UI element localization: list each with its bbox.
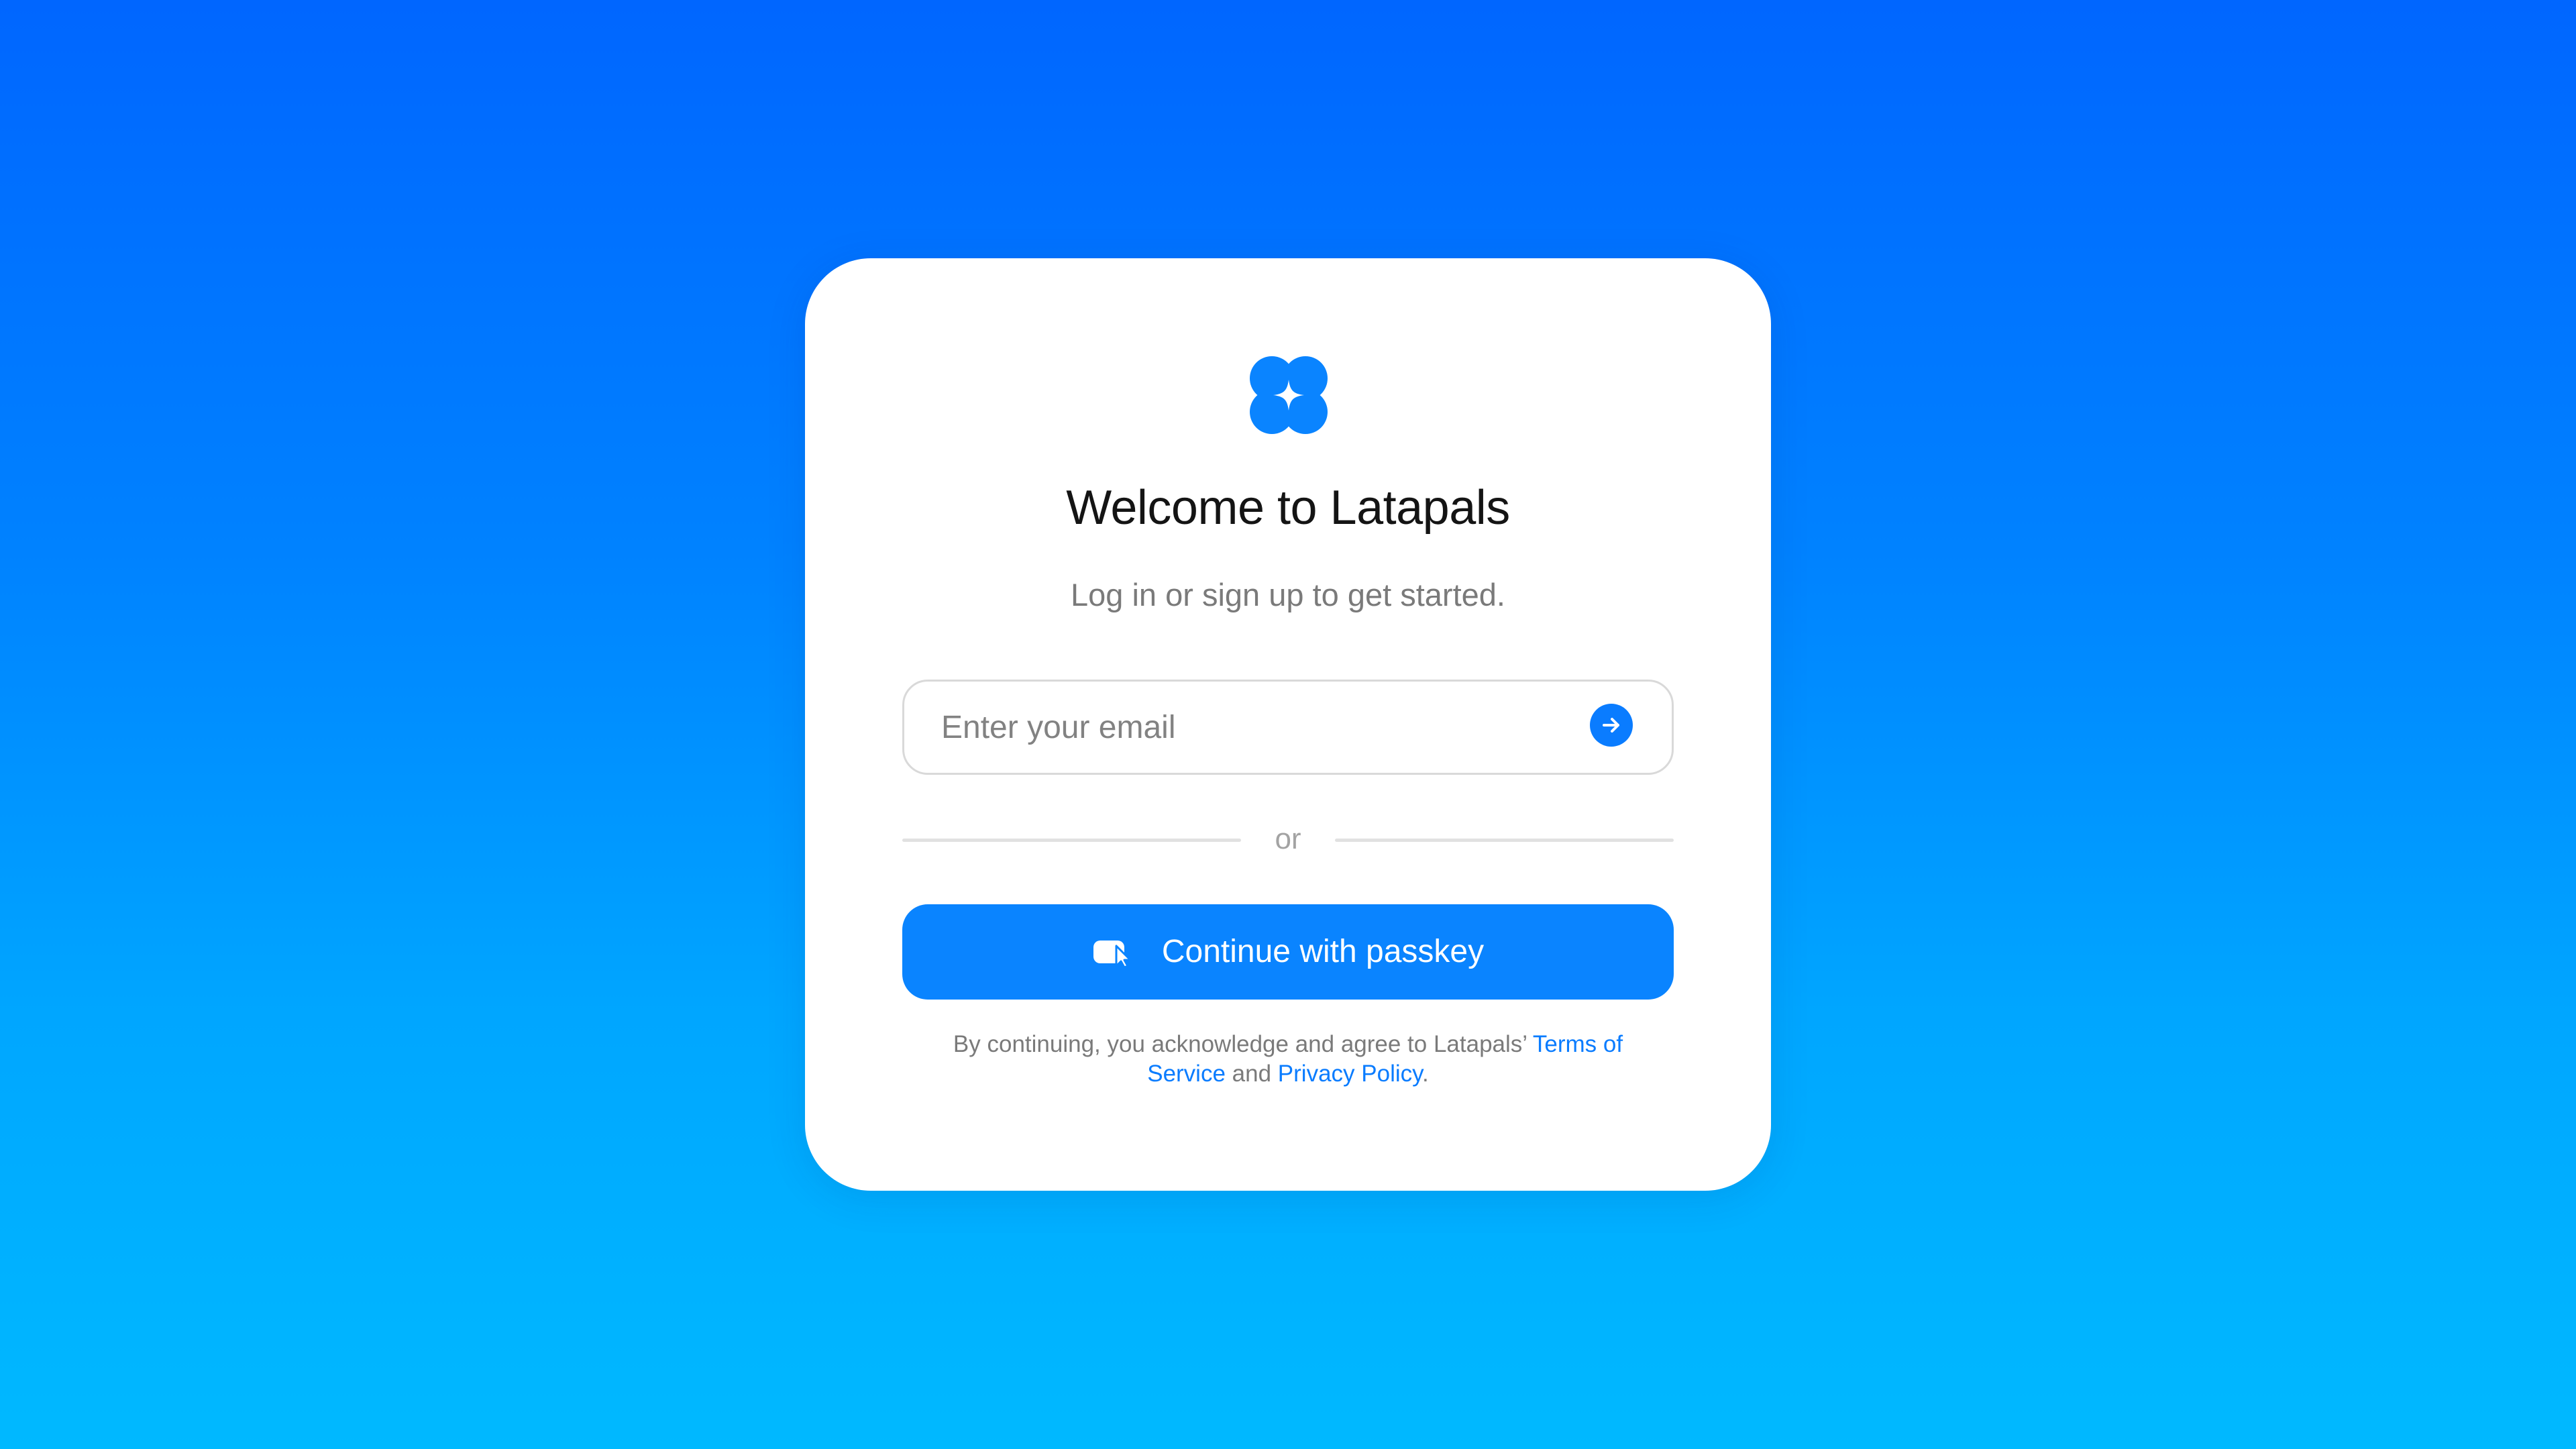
privacy-policy-link[interactable]: Privacy Policy (1278, 1061, 1422, 1087)
passkey-icon (1092, 936, 1132, 967)
email-submit-button[interactable] (1590, 704, 1633, 747)
arrow-right-icon (1598, 712, 1625, 739)
divider-line-right (1335, 839, 1674, 842)
page-subtitle: Log in or sign up to get started. (1071, 577, 1505, 612)
legal-middle: and (1225, 1061, 1278, 1087)
divider-line-left (902, 839, 1241, 842)
continue-with-passkey-button[interactable]: Continue with passkey (902, 904, 1674, 1000)
email-input[interactable] (941, 682, 1545, 773)
login-card: Welcome to Latapals Log in or sign up to… (805, 258, 1771, 1191)
legal-suffix: . (1422, 1061, 1429, 1087)
legal-prefix: By continuing, you acknowledge and agree… (953, 1031, 1533, 1057)
page-title: Welcome to Latapals (1066, 481, 1510, 535)
passkey-button-label: Continue with passkey (1161, 934, 1485, 969)
email-field[interactable] (902, 680, 1674, 775)
legal-notice: By continuing, you acknowledge and agree… (912, 1030, 1664, 1089)
latapals-logo-icon (1248, 354, 1330, 436)
divider-or-label: or (1275, 822, 1301, 855)
